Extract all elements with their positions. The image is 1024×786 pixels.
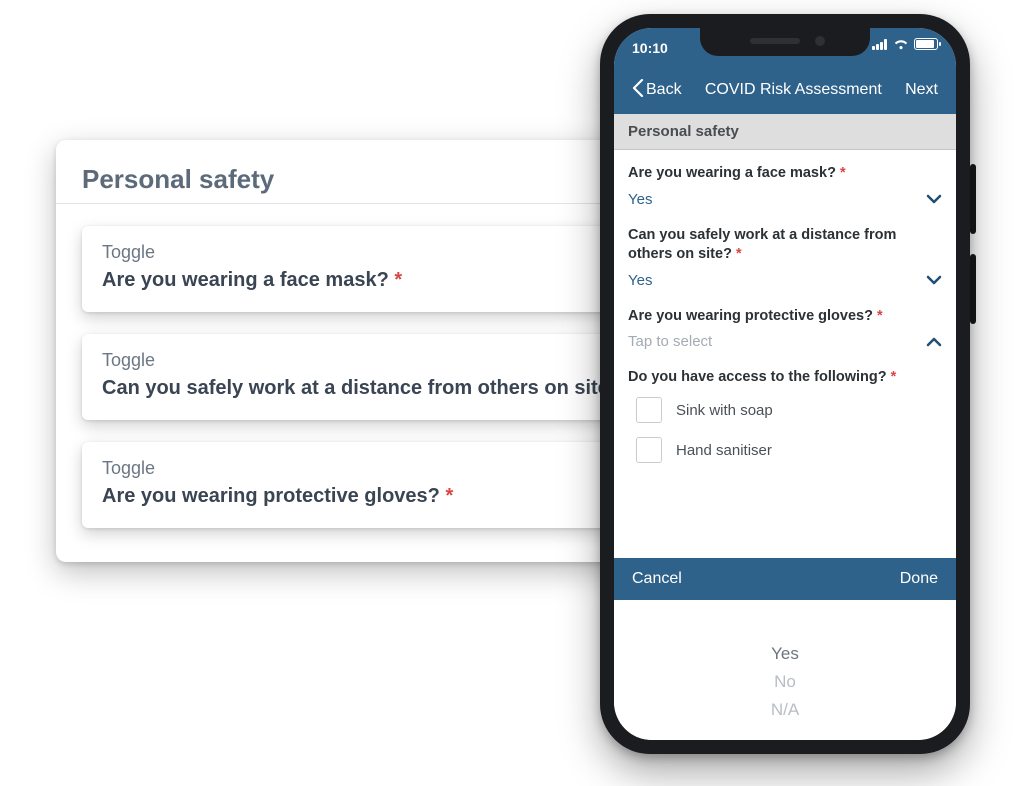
required-asterisk: *: [877, 308, 883, 324]
field-label: Are you wearing a face mask? *: [628, 164, 942, 183]
section-header: Personal safety: [614, 114, 956, 150]
checkbox[interactable]: [636, 437, 662, 463]
checkbox[interactable]: [636, 397, 662, 423]
screen-title: COVID Risk Assessment: [705, 81, 882, 99]
form-card[interactable]: Toggle Are you wearing protective gloves…: [82, 442, 670, 528]
field-question: Are you wearing protective gloves? *: [102, 485, 650, 508]
picker-toolbar: Cancel Done: [614, 558, 956, 600]
field-question: Can you safely work at a distance from o…: [102, 377, 650, 400]
phone-side-button: [970, 164, 976, 234]
signal-icon: [872, 39, 888, 50]
form-body: Are you wearing a face mask? * Yes Can y…: [614, 150, 956, 463]
checkbox-row[interactable]: Sink with soap: [636, 397, 942, 423]
select-input[interactable]: Yes: [628, 272, 942, 289]
checkbox-label: Hand sanitiser: [676, 442, 772, 459]
nav-bar: Back COVID Risk Assessment Next: [632, 66, 938, 114]
form-field-checklist: Do you have access to the following? * S…: [628, 368, 942, 463]
next-button[interactable]: Next: [905, 81, 938, 99]
picker-option[interactable]: No: [774, 672, 796, 692]
field-label: Are you wearing protective gloves? *: [628, 307, 942, 326]
form-field: Are you wearing a face mask? * Yes: [628, 164, 942, 208]
select-input[interactable]: Yes: [628, 191, 942, 208]
back-button[interactable]: Back: [632, 79, 682, 102]
select-placeholder: Tap to select: [628, 333, 712, 350]
done-button[interactable]: Done: [900, 570, 938, 588]
form-field: Are you wearing protective gloves? * Tap…: [628, 307, 942, 351]
required-asterisk: *: [394, 269, 402, 291]
required-asterisk: *: [840, 165, 846, 181]
field-label: Do you have access to the following? *: [628, 368, 942, 387]
picker-option[interactable]: N/A: [771, 700, 799, 720]
field-label: Can you safely work at a distance from o…: [628, 226, 942, 264]
select-input[interactable]: Tap to select: [628, 333, 942, 350]
picker-option[interactable]: Yes: [771, 644, 799, 664]
field-type-label: Toggle: [102, 242, 650, 263]
select-value: Yes: [628, 272, 652, 289]
required-asterisk: *: [891, 369, 897, 385]
form-card[interactable]: Toggle Can you safely work at a distance…: [82, 334, 670, 420]
required-asterisk: *: [736, 246, 742, 262]
form-field: Can you safely work at a distance from o…: [628, 226, 942, 289]
panel-title: Personal safety: [82, 164, 670, 195]
chevron-left-icon: [632, 79, 644, 102]
chevron-down-icon: [926, 194, 942, 204]
form-card[interactable]: Toggle Are you wearing a face mask? *: [82, 226, 670, 312]
checkbox-row[interactable]: Hand sanitiser: [636, 437, 942, 463]
status-time: 10:10: [632, 38, 668, 58]
picker-wheel[interactable]: Yes No N/A: [614, 600, 956, 740]
field-question: Are you wearing a face mask? *: [102, 269, 650, 292]
select-value: Yes: [628, 191, 652, 208]
required-asterisk: *: [445, 485, 453, 507]
picker-sheet: Cancel Done Yes No N/A: [614, 558, 956, 740]
phone-notch: [700, 28, 870, 56]
field-type-label: Toggle: [102, 350, 650, 371]
cancel-button[interactable]: Cancel: [632, 570, 682, 588]
wifi-icon: [893, 38, 909, 50]
chevron-down-icon: [926, 275, 942, 285]
phone-mockup: 10:10 Back COVID Risk Assessment: [600, 14, 970, 754]
field-type-label: Toggle: [102, 458, 650, 479]
phone-screen: 10:10 Back COVID Risk Assessment: [614, 28, 956, 740]
chevron-up-icon: [926, 337, 942, 347]
battery-icon: [914, 38, 938, 50]
phone-side-button: [970, 254, 976, 324]
checkbox-label: Sink with soap: [676, 402, 773, 419]
